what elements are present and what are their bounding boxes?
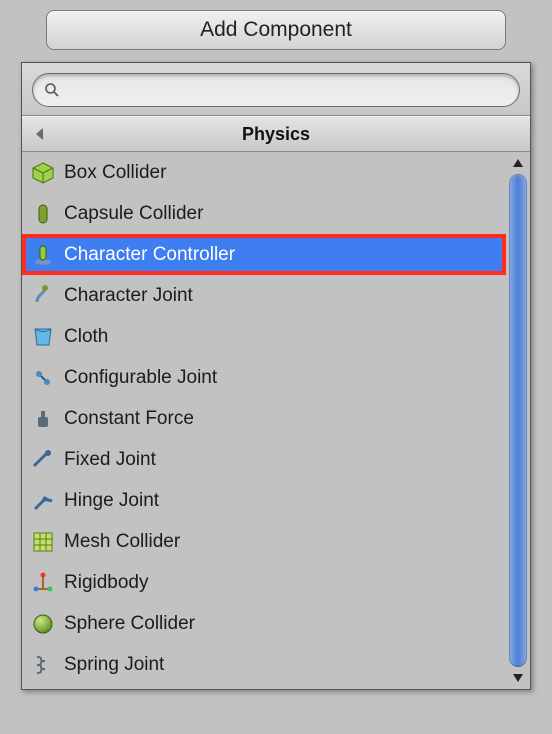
list-item[interactable]: Box Collider	[22, 152, 506, 193]
add-component-label: Add Component	[200, 18, 352, 41]
list-item[interactable]: Rigidbody	[22, 562, 506, 603]
list-area: Box Collider Capsule Collider Character Co…	[22, 152, 530, 689]
list-item-label: Hinge Joint	[64, 490, 159, 512]
list-item[interactable]: Configurable Joint	[22, 357, 506, 398]
cloth-icon	[30, 324, 56, 350]
list-item-label: Mesh Collider	[64, 531, 180, 553]
sphere-collider-icon	[30, 611, 56, 637]
scrollbar-thumb[interactable]	[509, 174, 527, 667]
list-item-label: Constant Force	[64, 408, 194, 430]
list-item[interactable]: Spring Joint	[22, 644, 506, 685]
list-item-label: Fixed Joint	[64, 449, 156, 471]
list-item[interactable]: Mesh Collider	[22, 521, 506, 562]
character-controller-icon	[30, 242, 56, 268]
search-input[interactable]	[32, 73, 520, 107]
list-item[interactable]: Character Controller	[22, 234, 506, 275]
list-item-label: Sphere Collider	[64, 613, 195, 635]
list-item-label: Cloth	[64, 326, 108, 348]
search-wrap	[32, 73, 520, 107]
list-item[interactable]: Sphere Collider	[22, 603, 506, 644]
back-button[interactable]	[34, 127, 46, 141]
component-list: Box Collider Capsule Collider Character Co…	[22, 152, 506, 689]
list-item-label: Character Joint	[64, 285, 193, 307]
list-item[interactable]: Cloth	[22, 316, 506, 357]
list-item[interactable]: Constant Force	[22, 398, 506, 439]
scroll-down-button[interactable]	[506, 667, 530, 689]
scroll-up-button[interactable]	[506, 152, 530, 174]
add-component-button[interactable]: Add Component	[46, 10, 506, 50]
fixed-joint-icon	[30, 447, 56, 473]
list-item[interactable]: Character Joint	[22, 275, 506, 316]
list-item[interactable]: Fixed Joint	[22, 439, 506, 480]
scrollbar-track[interactable]	[509, 174, 527, 667]
rigidbody-icon	[30, 570, 56, 596]
component-menu: Physics Box Collider Capsule Collider Char…	[21, 62, 531, 690]
scrollbar[interactable]	[506, 152, 530, 689]
configurable-joint-icon	[30, 365, 56, 391]
mesh-collider-icon	[30, 529, 56, 555]
list-item[interactable]: Hinge Joint	[22, 480, 506, 521]
list-item-label: Capsule Collider	[64, 203, 203, 225]
list-item-label: Spring Joint	[64, 654, 164, 676]
inspector-panel: Add Component Physics Box Collider Capsul…	[10, 10, 542, 724]
list-item-label: Configurable Joint	[64, 367, 217, 389]
list-item-label: Rigidbody	[64, 572, 149, 594]
constant-force-icon	[30, 406, 56, 432]
capsule-collider-icon	[30, 201, 56, 227]
list-item[interactable]: Capsule Collider	[22, 193, 506, 234]
character-joint-icon	[30, 283, 56, 309]
list-item-label: Character Controller	[64, 244, 235, 266]
search-row	[22, 63, 530, 116]
box-collider-icon	[30, 160, 56, 186]
spring-joint-icon	[30, 652, 56, 678]
hinge-joint-icon	[30, 488, 56, 514]
category-title: Physics	[242, 124, 310, 145]
category-header: Physics	[22, 116, 530, 152]
list-item-label: Box Collider	[64, 162, 166, 184]
